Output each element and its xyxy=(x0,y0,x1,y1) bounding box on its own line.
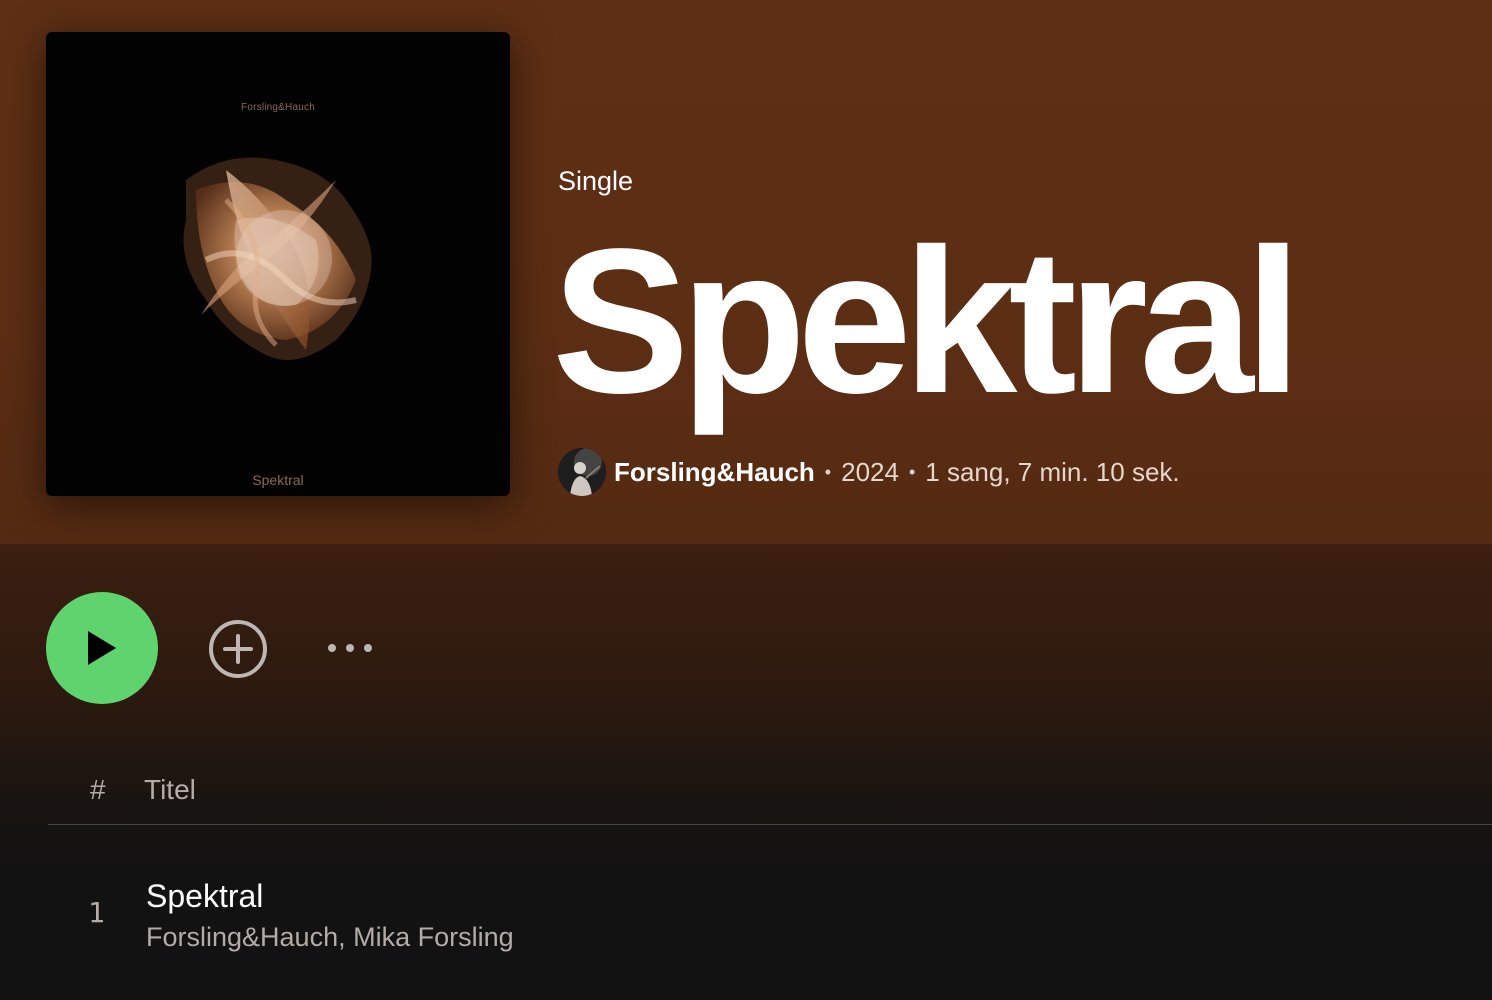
tracklist-header: # Titel xyxy=(48,764,1492,825)
album-header: Forsling&Hauch Spektral Single Spektral … xyxy=(0,0,1492,544)
album-year: 2024 xyxy=(841,456,899,487)
play-icon xyxy=(88,631,116,665)
album-meta: Forsling&Hauch • 2024 • 1 sang, 7 min. 1… xyxy=(558,448,1180,496)
album-type-label: Single xyxy=(558,166,634,196)
more-options-icon xyxy=(346,644,354,652)
more-options-button[interactable] xyxy=(318,628,382,668)
more-options-icon xyxy=(364,644,372,652)
meta-separator: • xyxy=(908,461,916,482)
artist-link[interactable]: Forsling&Hauch xyxy=(614,457,815,488)
artist-avatar-image xyxy=(558,448,606,496)
more-options-icon xyxy=(328,644,336,652)
tracklist-header-title[interactable]: Titel xyxy=(144,774,196,806)
meta-separator: • xyxy=(824,461,832,482)
add-circle-icon xyxy=(209,620,267,678)
play-button[interactable] xyxy=(46,592,158,704)
album-page: Forsling&Hauch Spektral Single Spektral … xyxy=(0,0,1492,1000)
track-title[interactable]: Spektral xyxy=(146,878,263,915)
track-number: 1 xyxy=(88,896,105,929)
artist-avatar[interactable] xyxy=(558,448,606,496)
tracklist-header-number: # xyxy=(90,774,106,805)
album-summary: 1 sang, 7 min. 10 sek. xyxy=(925,456,1180,487)
cover-artwork xyxy=(183,157,372,360)
album-title: Spektral xyxy=(552,206,1302,436)
cover-artist-text: Forsling&Hauch xyxy=(241,102,315,113)
album-cover[interactable]: Forsling&Hauch Spektral xyxy=(46,32,510,496)
add-to-library-button[interactable] xyxy=(207,618,269,680)
track-row[interactable]: 1 Spektral Forsling&Hauch, Mika Forsling xyxy=(48,866,1492,962)
cover-title-text: Spektral xyxy=(252,472,304,488)
track-artists[interactable]: Forsling&Hauch, Mika Forsling xyxy=(146,922,514,953)
